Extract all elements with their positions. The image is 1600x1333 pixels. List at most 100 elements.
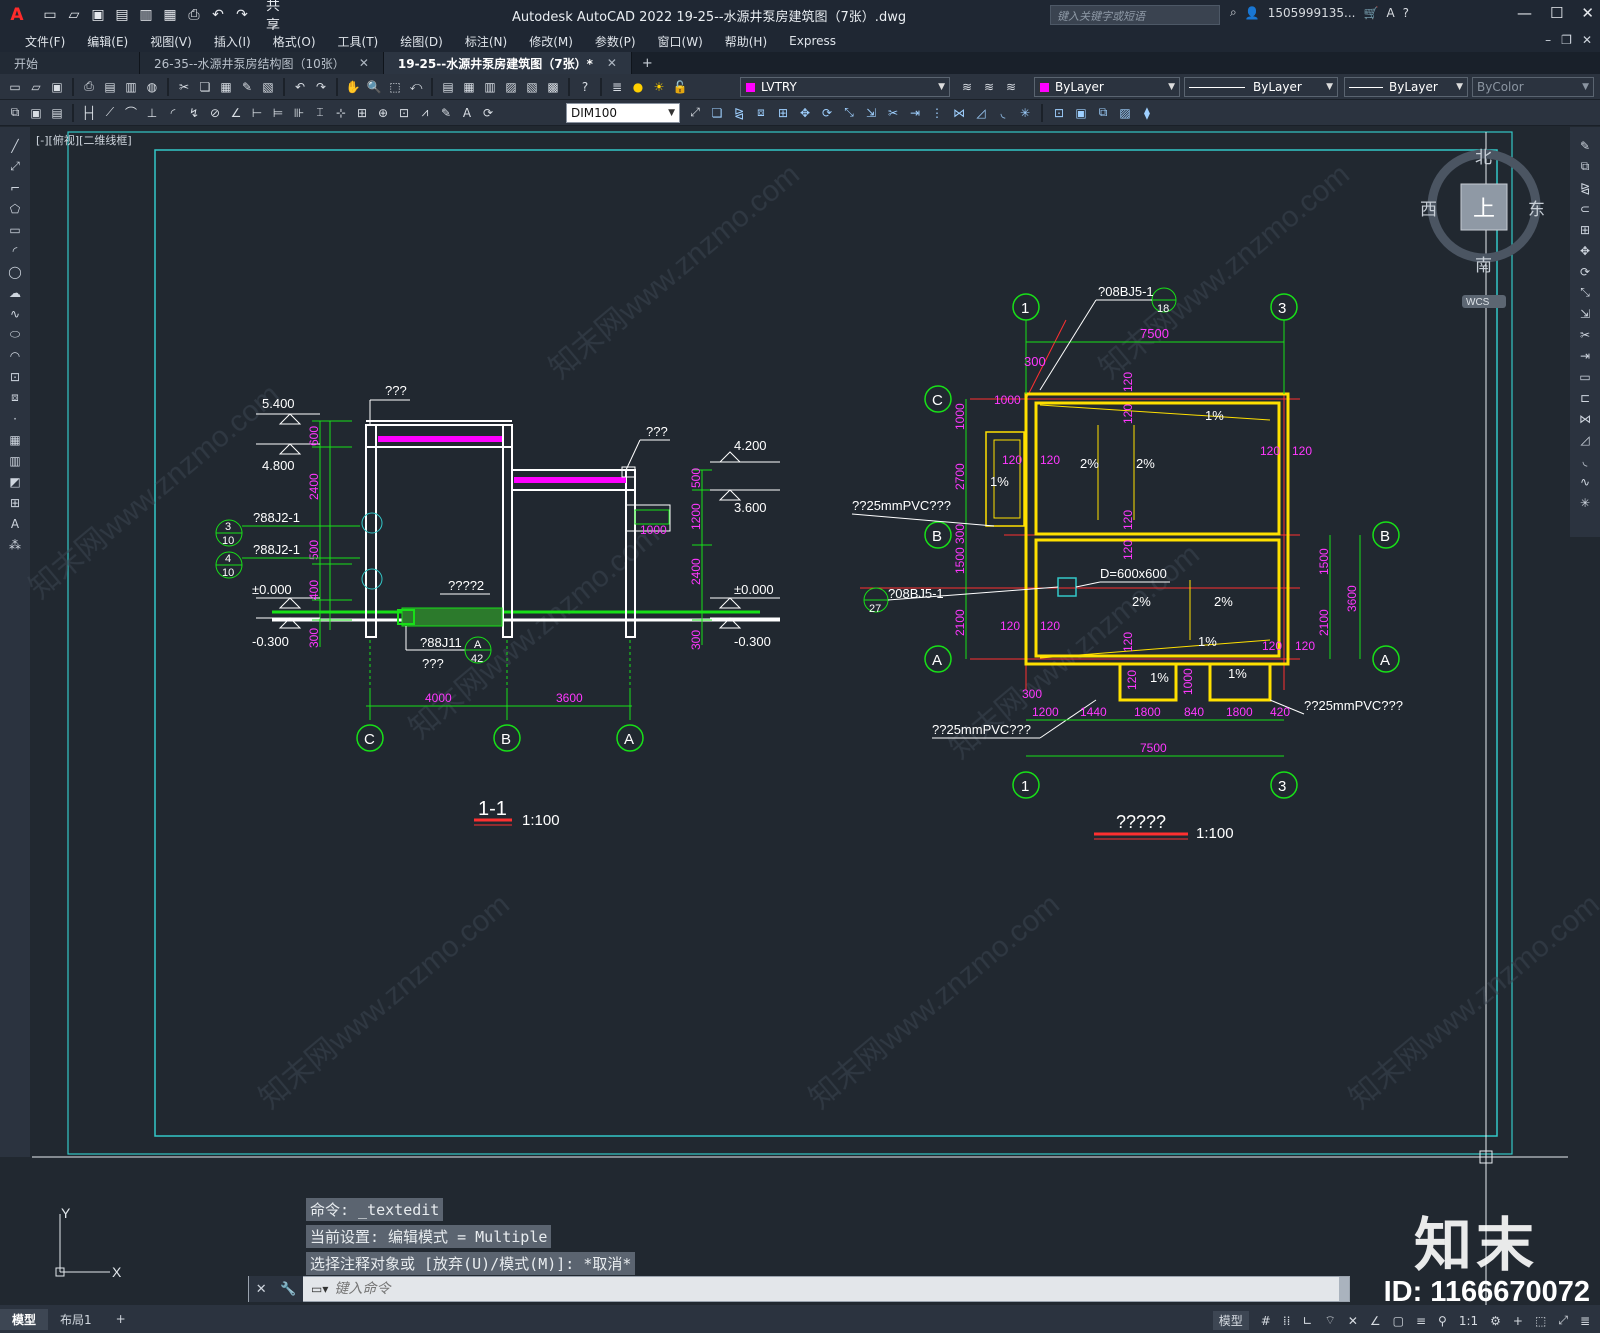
group-icon[interactable]: ▣ <box>27 104 45 122</box>
trim-icon[interactable]: ✂ <box>1576 326 1594 343</box>
autocad-logo-icon[interactable]: A <box>0 0 34 30</box>
mtext-icon[interactable]: A <box>6 515 24 532</box>
saveas-icon[interactable]: ▤ <box>112 5 132 25</box>
properties-icon[interactable]: ▤ <box>439 78 457 96</box>
save-icon[interactable]: ▣ <box>48 78 66 96</box>
menu-parametric[interactable]: 参数(P) <box>584 33 647 50</box>
print-icon[interactable]: ⎙ <box>184 5 204 25</box>
cart-icon[interactable]: 🛒 <box>1363 6 1378 20</box>
user-icon[interactable]: 👤 <box>1245 6 1260 20</box>
menu-express[interactable]: Express <box>778 34 847 48</box>
break-icon[interactable]: ▭ <box>1576 368 1594 385</box>
command-prompt-icon[interactable]: ▭▾ <box>311 1282 328 1296</box>
stretch-icon[interactable]: ⇲ <box>1576 305 1594 322</box>
doc-minimize-icon[interactable]: – <box>1545 33 1551 47</box>
menu-modify[interactable]: 修改(M) <box>518 33 584 50</box>
add-icon[interactable]: + <box>1513 1314 1523 1328</box>
aligned-dim-icon[interactable]: ⟋ <box>101 104 119 122</box>
dim-update-icon[interactable]: ⟳ <box>479 104 497 122</box>
save-icon[interactable]: ▣ <box>88 5 108 25</box>
rectangle-icon[interactable]: ▭ <box>6 221 24 238</box>
draworder-icon[interactable]: ⧉ <box>6 104 24 122</box>
ordinate-icon[interactable]: ⊥ <box>143 104 161 122</box>
explode-icon[interactable]: ✳ <box>1016 104 1034 122</box>
layout-tab-layout1[interactable]: 布局1 <box>48 1309 104 1330</box>
open-icon[interactable]: ▱ <box>27 78 45 96</box>
preview-icon[interactable]: ▤ <box>101 78 119 96</box>
point-icon[interactable]: · <box>6 410 24 427</box>
chamfer-icon[interactable]: ◿ <box>972 104 990 122</box>
erase-icon[interactable]: ✎ <box>1576 137 1594 154</box>
dimstyle-dropdown[interactable]: DIM100 ▼ <box>566 103 680 123</box>
viewport-controls[interactable]: [-][俯视][二维线框] <box>36 132 132 148</box>
zoom-window-icon[interactable]: ⬚ <box>386 78 404 96</box>
match-properties-icon[interactable]: ✎ <box>238 78 256 96</box>
markup-icon[interactable]: ▧ <box>523 78 541 96</box>
snap-icon[interactable]: ⁞⁞ <box>1283 1314 1291 1328</box>
join-icon[interactable]: ⋈ <box>950 104 968 122</box>
help-icon[interactable]: ? <box>1403 6 1409 20</box>
dim-text-edit-icon[interactable]: A <box>458 104 476 122</box>
annotation-scale[interactable]: 1:1 <box>1459 1314 1478 1328</box>
layer-on-icon[interactable]: ● <box>629 78 647 96</box>
close-tab-icon[interactable]: ✕ <box>359 56 369 70</box>
rotate-icon[interactable]: ⟳ <box>818 104 836 122</box>
plot-icon[interactable]: ⎙ <box>80 78 98 96</box>
revcloud-icon[interactable]: ☁ <box>6 284 24 301</box>
doc-restore-icon[interactable]: ❐ <box>1561 33 1572 47</box>
spline-icon[interactable]: ∿ <box>6 305 24 322</box>
minimize-icon[interactable]: — <box>1517 4 1532 22</box>
open-icon[interactable]: ▱ <box>64 5 84 25</box>
close-command-icon[interactable]: ✕ <box>256 1282 267 1297</box>
paste-icon[interactable]: ▦ <box>217 78 235 96</box>
rotate-icon[interactable]: ⟳ <box>1576 263 1594 280</box>
3d-dwf-icon[interactable]: ◍ <box>143 78 161 96</box>
command-input[interactable] <box>334 1281 1235 1297</box>
join-icon[interactable]: ⋈ <box>1576 410 1594 427</box>
diameter-icon[interactable]: ⊘ <box>206 104 224 122</box>
layer-previous-icon[interactable]: ≋ <box>980 78 998 96</box>
layer-iso-icon[interactable]: ≋ <box>1002 78 1020 96</box>
dynamic-ucs-icon[interactable]: ▢ <box>1393 1314 1404 1328</box>
customize-command-icon[interactable]: 🔧 <box>280 1282 296 1297</box>
lineweight-dropdown[interactable]: ByLayer ▼ <box>1344 77 1468 97</box>
offset-icon[interactable]: ⊂ <box>1576 200 1594 217</box>
offset-icon[interactable]: ⧈ <box>752 104 770 122</box>
undo-icon[interactable]: ↶ <box>291 78 309 96</box>
break-at-point-icon[interactable]: ⋮ <box>928 104 946 122</box>
break-icon[interactable]: ⊹ <box>332 104 350 122</box>
ortho-icon[interactable]: ∟ <box>1302 1314 1312 1328</box>
model-space-button[interactable]: 模型 <box>1212 1311 1249 1330</box>
menu-insert[interactable]: 插入(I) <box>203 33 262 50</box>
layer-lock-icon[interactable]: 🔓 <box>671 78 689 96</box>
space-icon[interactable]: ⌶ <box>311 104 329 122</box>
block-editor-icon[interactable]: ▧ <box>259 78 277 96</box>
tab-architecture-drawing[interactable]: 19-25--水源井泵房建筑图（7张）* ✕ <box>383 52 632 74</box>
menu-dimension[interactable]: 标注(N) <box>454 33 518 50</box>
array-icon[interactable]: ⊞ <box>1576 221 1594 238</box>
ellipse-arc-icon[interactable]: ◠ <box>6 347 24 364</box>
arc-icon[interactable]: ◜ <box>6 242 24 259</box>
search-icon[interactable]: ⌕ <box>1230 5 1237 20</box>
insert-block-icon[interactable]: ⊡ <box>1050 104 1068 122</box>
scale-icon[interactable]: ⤡ <box>840 104 858 122</box>
color-dropdown[interactable]: ByLayer ▼ <box>1034 77 1180 97</box>
construction-line-icon[interactable]: ⤢ <box>6 158 24 175</box>
continue-icon[interactable]: ⊪ <box>290 104 308 122</box>
calculator-icon[interactable]: ▩ <box>544 78 562 96</box>
isolate-icon[interactable]: ⬚ <box>1535 1314 1546 1328</box>
undo-icon[interactable]: ↶ <box>208 5 228 25</box>
image-icon[interactable]: ▨ <box>1116 104 1134 122</box>
mirror-icon[interactable]: ⧎ <box>1576 179 1594 196</box>
settings-gear-icon[interactable]: ⚙ <box>1490 1314 1501 1328</box>
zoom-realtime-icon[interactable]: 🔍 <box>365 78 383 96</box>
help-search-input[interactable]: 键入关键字或短语 <box>1050 5 1220 25</box>
layer-properties-icon[interactable]: ≣ <box>608 78 626 96</box>
command-line-scroll[interactable] <box>1339 1277 1349 1301</box>
menu-edit[interactable]: 编辑(E) <box>76 33 139 50</box>
menu-format[interactable]: 格式(O) <box>262 33 327 50</box>
move-icon[interactable]: ✥ <box>1576 242 1594 259</box>
jogged-linear-icon[interactable]: ⩘ <box>416 104 434 122</box>
layout-tab-model[interactable]: 模型 <box>0 1308 49 1330</box>
drawing-canvas[interactable] <box>32 127 1568 1157</box>
